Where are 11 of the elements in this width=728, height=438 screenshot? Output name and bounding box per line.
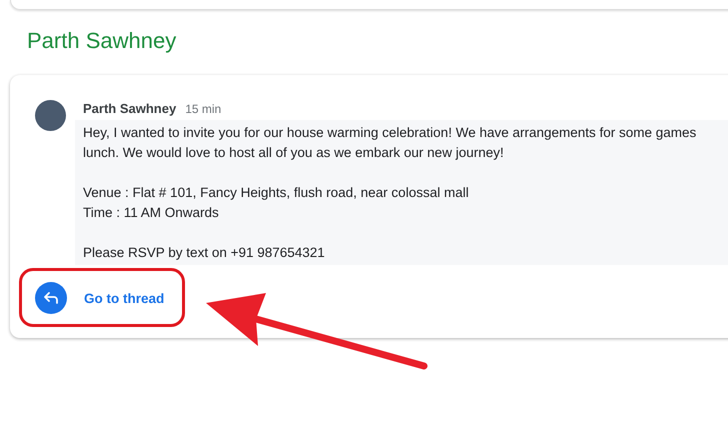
message-line: Please RSVP by text on +91 987654321 bbox=[83, 244, 326, 262]
message-line: Time : 11 AM Onwards bbox=[83, 204, 220, 222]
reply-icon[interactable] bbox=[35, 282, 67, 314]
go-to-thread-link[interactable]: Go to thread bbox=[84, 290, 164, 306]
message-line: lunch. We would love to host all of you as we embark our new journey! bbox=[83, 144, 505, 162]
message-time: 15 min bbox=[185, 102, 222, 116]
contact-heading: Parth Sawhney bbox=[27, 27, 178, 55]
message-line: Hey, I wanted to invite you for our house warming celebration! We have arrangements for some games bbox=[83, 124, 698, 142]
message-line: Venue : Flat # 101, Fancy Heights, flush road, near colossal mall bbox=[83, 184, 470, 202]
sender-name: Parth Sawhney bbox=[83, 101, 176, 116]
avatar bbox=[35, 100, 66, 131]
